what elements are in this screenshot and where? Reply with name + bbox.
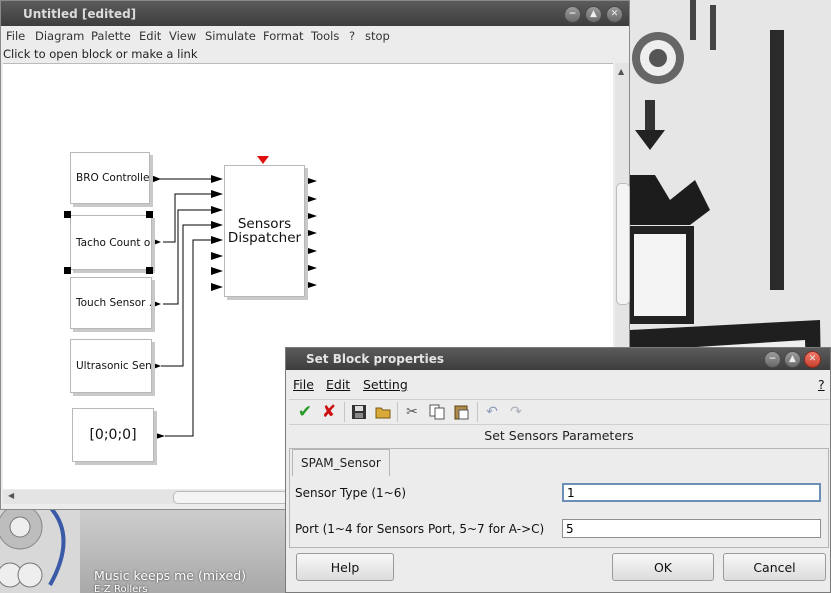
selection-handle[interactable] (146, 267, 153, 274)
dialog-toolbar: ✔ ✘ ✂ ↶ ↷ (289, 399, 829, 425)
block-constant[interactable]: [0;0;0] (72, 408, 154, 462)
block-label: BRO Controller (76, 172, 149, 184)
copy-icon[interactable] (429, 404, 445, 420)
minimize-icon[interactable]: − (564, 6, 581, 23)
port-input[interactable] (562, 519, 821, 538)
menu-palette[interactable]: Palette (91, 29, 131, 43)
menu-view[interactable]: View (169, 29, 196, 43)
scroll-left-icon[interactable]: ◀ (8, 491, 14, 500)
block-label: Ultrasonic Sen.. (76, 360, 151, 372)
main-menubar: File Diagram Palette Edit View Simulate … (1, 26, 629, 46)
sensor-type-input[interactable] (562, 483, 821, 502)
block-sensors-dispatcher[interactable]: Sensors Dispatcher (224, 165, 305, 297)
menu-stop[interactable]: stop (365, 29, 390, 43)
ok-button[interactable]: OK (612, 553, 714, 581)
block-tacho-count[interactable]: Tacho Count o.. (70, 215, 152, 270)
dialog-menu-help[interactable]: ? (818, 377, 825, 392)
field-label-sensor-type: Sensor Type (1~6) (295, 486, 407, 500)
media-player-area (0, 503, 80, 593)
song-title: Music keeps me (mixed) (94, 568, 247, 583)
vertical-scroll-thumb[interactable] (616, 183, 630, 305)
speaker-icon (0, 503, 66, 588)
paste-icon[interactable] (453, 404, 469, 420)
close-icon[interactable]: ✕ (804, 351, 821, 368)
window-title: Untitled [edited] (23, 7, 137, 21)
menu-simulate[interactable]: Simulate (205, 29, 256, 43)
redo-icon[interactable]: ↷ (508, 404, 524, 420)
block-label: Touch Sensor .. (76, 297, 151, 309)
maximize-icon[interactable]: ▲ (585, 6, 602, 23)
status-message: Click to open block or make a link (3, 47, 198, 61)
cut-icon[interactable]: ✂ (404, 404, 420, 420)
horizontal-scroll-thumb[interactable] (173, 491, 290, 504)
selection-handle[interactable] (146, 211, 153, 218)
menu-edit[interactable]: Edit (139, 29, 161, 43)
activation-port-marker (257, 156, 269, 164)
close-icon[interactable]: ✕ (606, 6, 623, 23)
block-touch-sensor[interactable]: Touch Sensor .. (70, 277, 152, 329)
dialog-menu-edit[interactable]: Edit (326, 377, 350, 392)
song-artist: E-Z Rollers (94, 584, 148, 593)
dialog-title: Set Block properties (306, 352, 444, 366)
tab-spam-sensor[interactable]: SPAM_Sensor (292, 449, 390, 476)
selection-handle[interactable] (64, 211, 71, 218)
toolbar-separator (477, 402, 478, 422)
field-label-port: Port (1~4 for Sensors Port, 5~7 for A->C… (295, 522, 545, 536)
save-icon[interactable] (351, 404, 367, 420)
menu-help[interactable]: ? (349, 29, 355, 43)
scroll-up-icon[interactable]: ▲ (618, 67, 624, 76)
dialog-heading: Set Sensors Parameters (484, 428, 634, 443)
block-label: Tacho Count o.. (76, 236, 151, 249)
block-label-line2: Dispatcher (227, 231, 302, 245)
accept-check-icon[interactable]: ✔ (297, 404, 313, 421)
menu-file[interactable]: File (6, 29, 25, 43)
set-block-properties-dialog: Set Block properties − ▲ ✕ File Edit Set… (285, 347, 831, 593)
cancel-button[interactable]: Cancel (723, 553, 826, 581)
undo-icon[interactable]: ↶ (484, 404, 500, 420)
maximize-icon[interactable]: ▲ (784, 351, 801, 368)
menu-diagram[interactable]: Diagram (35, 29, 84, 43)
dialog-menu-setting[interactable]: Setting (363, 377, 408, 392)
block-label-line1: Sensors (237, 217, 292, 231)
dialog-menu-file[interactable]: File (293, 377, 314, 392)
help-button[interactable]: Help (296, 553, 394, 581)
block-label: [0;0;0] (89, 427, 137, 443)
music-panel: Music keeps me (mixed) E-Z Rollers (80, 505, 285, 593)
menu-tools[interactable]: Tools (311, 29, 339, 43)
toolbar-separator (344, 402, 345, 422)
reject-x-icon[interactable]: ✘ (321, 404, 337, 421)
minimize-icon[interactable]: − (764, 351, 781, 368)
dialog-titlebar[interactable]: Set Block properties − ▲ ✕ (286, 348, 830, 370)
open-folder-icon[interactable] (375, 404, 391, 420)
menu-format[interactable]: Format (263, 29, 304, 43)
block-bro-controller[interactable]: BRO Controller (70, 152, 150, 204)
selection-handle[interactable] (64, 267, 71, 274)
main-titlebar[interactable]: Untitled [edited] − ▲ ✕ (1, 1, 629, 26)
block-ultrasonic-sensor[interactable]: Ultrasonic Sen.. (70, 339, 152, 393)
toolbar-separator (397, 402, 398, 422)
